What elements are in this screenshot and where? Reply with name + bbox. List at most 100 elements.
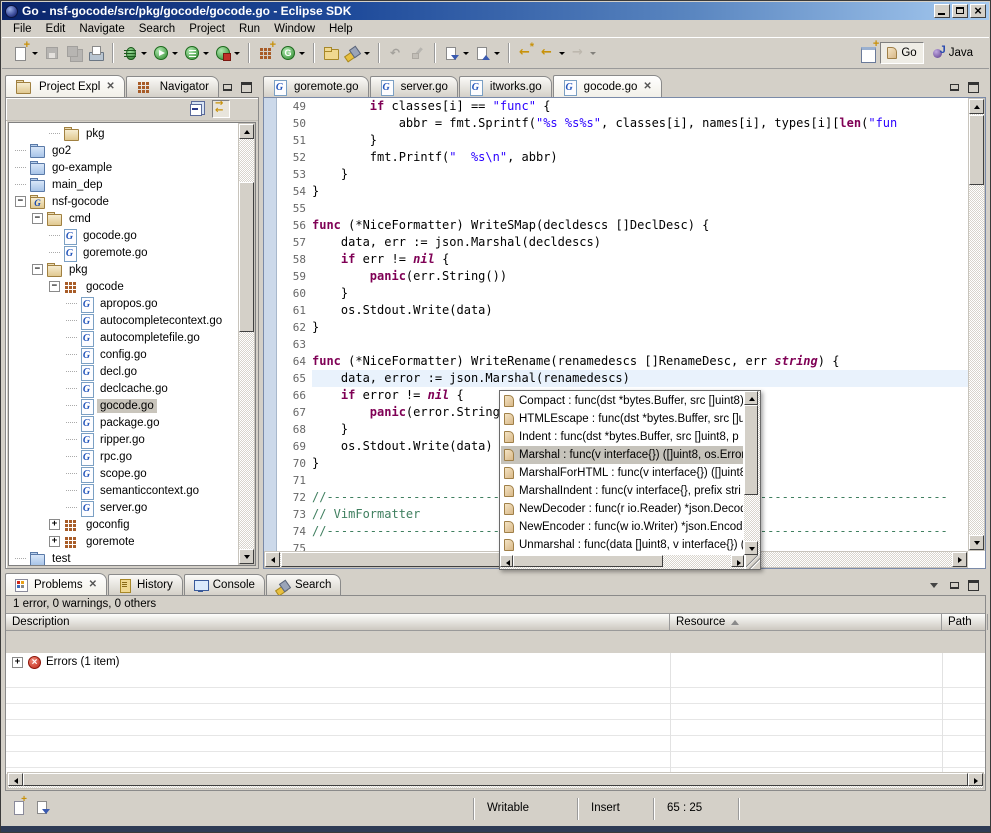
editor-vscrollbar[interactable] (968, 98, 985, 551)
menu-run[interactable]: Run (232, 22, 267, 36)
next-annotation-button[interactable] (442, 41, 471, 65)
collapse-all-icon[interactable] (188, 100, 206, 118)
dropdown-caret[interactable] (141, 52, 147, 55)
scroll-up-arrow[interactable] (744, 391, 758, 405)
completion-item[interactable]: Unmarshal : func(data []uint8, v interfa… (501, 536, 743, 554)
minimize-view-icon[interactable] (948, 82, 961, 93)
tree-item-decl-go[interactable]: decl.go (9, 363, 238, 380)
run-button[interactable] (151, 41, 180, 65)
popup-hscrollbar[interactable] (500, 555, 744, 569)
collapse-icon[interactable]: − (15, 196, 26, 207)
view-tab-search[interactable]: Search (266, 574, 341, 595)
problems-hscrollbar[interactable] (7, 772, 984, 789)
scroll-down-arrow[interactable] (744, 541, 758, 555)
menu-window[interactable]: Window (267, 22, 322, 36)
popup-resize-grip[interactable] (746, 555, 760, 569)
completion-item[interactable]: NewEncoder : func(w io.Writer) *json.Enc… (501, 518, 743, 536)
previous-annotation-button[interactable] (473, 41, 502, 65)
tree-item-goremote-go[interactable]: goremote.go (9, 244, 238, 261)
scroll-thumb[interactable] (23, 773, 968, 786)
scroll-right-arrow[interactable] (952, 552, 967, 567)
tree-item-goremote[interactable]: +goremote (9, 533, 238, 550)
debug-button[interactable] (120, 41, 149, 65)
editor-tab-gocode-go[interactable]: gocode.go✕ (553, 75, 662, 97)
collapse-icon[interactable]: − (49, 281, 60, 292)
close-tab-icon[interactable]: ✕ (643, 82, 651, 92)
scroll-thumb[interactable] (513, 555, 663, 567)
menu-search[interactable]: Search (132, 22, 182, 36)
close-tab-icon[interactable]: ✕ (89, 580, 97, 590)
tree-item-main-dep[interactable]: main_dep (9, 176, 238, 193)
link-with-editor-icon[interactable] (212, 100, 230, 118)
completion-item[interactable]: MarshalForHTML : func(v interface{}) ([]… (501, 464, 743, 482)
maximize-view-icon[interactable] (240, 82, 253, 93)
open-resource-button[interactable] (321, 41, 341, 65)
view-tab-console[interactable]: Console (184, 574, 265, 595)
scroll-thumb[interactable] (744, 405, 758, 495)
menu-project[interactable]: Project (182, 22, 232, 36)
view-tab-history[interactable]: History (108, 574, 183, 595)
tree-item-gocode[interactable]: −gocode (9, 278, 238, 295)
open-perspective-icon[interactable] (859, 44, 877, 62)
scroll-right-arrow[interactable] (731, 555, 744, 567)
tree-item-autocompletecontext-go[interactable]: autocompletecontext.go (9, 312, 238, 329)
close-button[interactable] (970, 4, 986, 18)
dropdown-caret[interactable] (590, 52, 596, 55)
minimize-view-icon[interactable] (221, 82, 234, 93)
editor-tab-itworks-go[interactable]: itworks.go (459, 76, 552, 97)
tree-item-rpc-go[interactable]: rpc.go (9, 448, 238, 465)
scroll-up-arrow[interactable] (969, 99, 984, 114)
run-external-tools-button[interactable] (182, 41, 211, 65)
view-tab-navigator[interactable]: Navigator (126, 76, 219, 97)
scroll-left-arrow[interactable] (265, 552, 280, 567)
expand-icon[interactable]: + (12, 657, 23, 668)
tree-item-test[interactable]: test (9, 550, 238, 565)
dropdown-caret[interactable] (364, 52, 370, 55)
maximize-view-icon[interactable] (967, 82, 980, 93)
expand-icon[interactable]: + (49, 519, 60, 530)
dropdown-caret[interactable] (494, 52, 500, 55)
minimize-view-icon[interactable] (948, 580, 961, 591)
tree-item-package-go[interactable]: package.go (9, 414, 238, 431)
minimize-button[interactable] (934, 4, 950, 18)
menu-edit[interactable]: Edit (39, 22, 73, 36)
scroll-right-arrow[interactable] (968, 773, 983, 786)
problems-row-errors[interactable]: +Errors (1 item) (6, 653, 985, 671)
tree-item-server-go[interactable]: server.go (9, 499, 238, 516)
scroll-left-arrow[interactable] (500, 555, 513, 567)
new-go-file-button[interactable] (278, 41, 307, 65)
view-tab-problems[interactable]: Problems✕ (5, 573, 107, 595)
back-to-last-location-button[interactable] (516, 41, 536, 65)
profile-button[interactable] (213, 41, 242, 65)
scroll-thumb[interactable] (239, 182, 254, 332)
column-header-description[interactable]: Description (6, 614, 670, 630)
scroll-thumb[interactable] (281, 552, 531, 567)
perspective-java[interactable]: Java (927, 42, 979, 64)
completion-item[interactable]: MarshalIndent : func(v interface{}, pref… (501, 482, 743, 500)
dropdown-caret[interactable] (32, 52, 38, 55)
dropdown-caret[interactable] (559, 52, 565, 55)
completion-item[interactable]: HTMLEscape : func(dst *bytes.Buffer, src… (501, 410, 743, 428)
view-menu-icon[interactable] (236, 100, 254, 118)
perspective-go[interactable]: Go (880, 42, 923, 64)
menu-help[interactable]: Help (322, 22, 360, 36)
scroll-left-arrow[interactable] (8, 773, 23, 786)
tree-item-gocode-go[interactable]: gocode.go (9, 397, 238, 414)
tree-item-declcache-go[interactable]: declcache.go (9, 380, 238, 397)
completion-item[interactable]: Indent : func(dst *bytes.Buffer, src []u… (501, 428, 743, 446)
tree-item-semanticcontext-go[interactable]: semanticcontext.go (9, 482, 238, 499)
tree-item-go2[interactable]: go2 (9, 142, 238, 159)
collapse-icon[interactable]: − (32, 264, 43, 275)
tree-item-cmd[interactable]: −cmd (9, 210, 238, 227)
editor-tab-server-go[interactable]: server.go (370, 76, 458, 97)
expand-icon[interactable]: + (49, 536, 60, 547)
maximize-view-icon[interactable] (967, 580, 980, 591)
print-button[interactable] (86, 41, 106, 65)
dropdown-caret[interactable] (172, 52, 178, 55)
menu-file[interactable]: File (6, 22, 39, 36)
search-button[interactable] (343, 41, 372, 65)
view-menu-icon[interactable] (929, 580, 942, 591)
tree-item-autocompletefile-go[interactable]: autocompletefile.go (9, 329, 238, 346)
scroll-down-arrow[interactable] (239, 549, 254, 564)
status-annotation-icon[interactable] (35, 799, 51, 815)
